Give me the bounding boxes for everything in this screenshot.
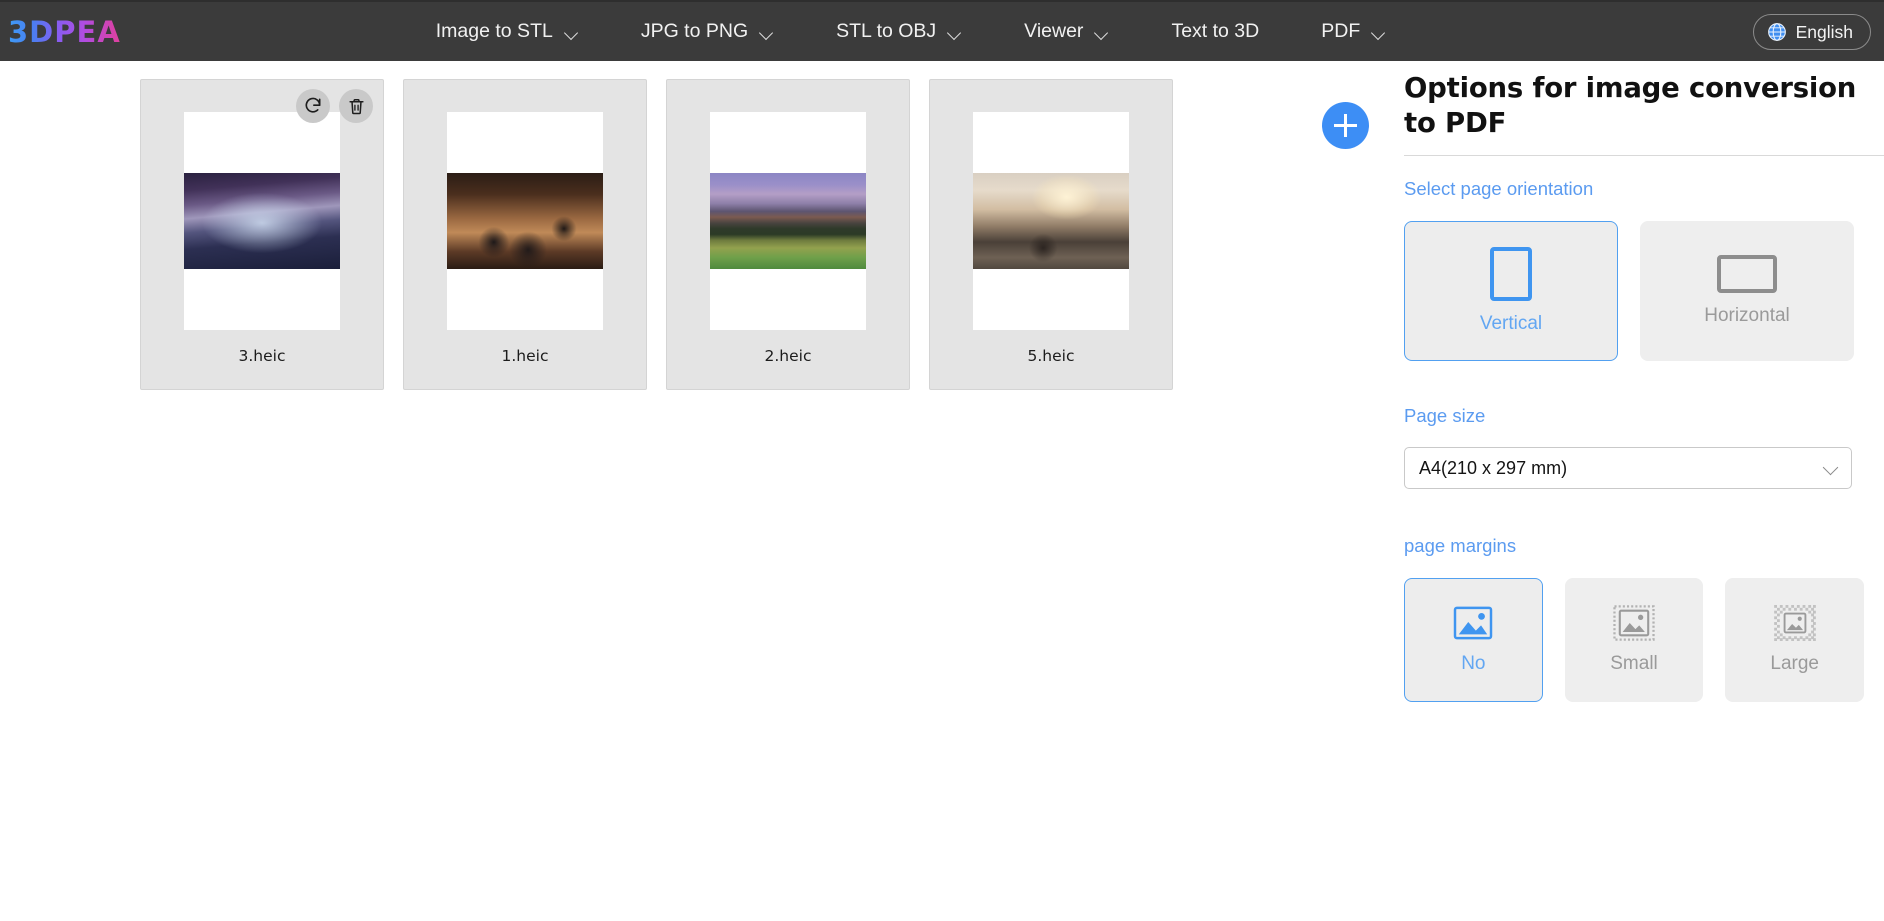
page-preview	[447, 112, 603, 330]
nav-label: STL to OBJ	[836, 20, 937, 42]
add-file-button[interactable]	[1322, 102, 1369, 149]
thumbnail-image	[447, 173, 603, 269]
language-label: English	[1795, 21, 1853, 42]
nav-item-jpg-to-png[interactable]: JPG to PNG	[641, 20, 774, 43]
nav-label: Text to 3D	[1171, 20, 1260, 42]
nav-label: JPG to PNG	[640, 20, 749, 42]
orientation-option-group: Vertical Horizontal	[1404, 221, 1864, 362]
nav-label: PDF	[1321, 20, 1361, 42]
nav-item-pdf[interactable]: PDF	[1321, 20, 1386, 43]
landscape-rect-icon	[1717, 255, 1777, 294]
image-checkered-icon	[1773, 605, 1816, 642]
orientation-section-label: Select page orientation	[1404, 178, 1594, 200]
file-workspace: 3.heic 1.heic 2.heic 5.heic	[0, 61, 1404, 921]
chevron-down-icon	[566, 28, 579, 36]
rotate-icon	[305, 97, 321, 113]
file-name: 5.heic	[1027, 347, 1075, 365]
thumbnail-image	[710, 173, 866, 269]
page-size-section-label: Page size	[1404, 405, 1486, 427]
nav-label: Image to STL	[435, 20, 553, 42]
site-logo[interactable]: 3DPEA	[8, 15, 121, 49]
orientation-label: Vertical	[1479, 313, 1543, 335]
nav-item-text-to-3d[interactable]: Text to 3D	[1171, 20, 1259, 43]
nav-label: Viewer	[1024, 20, 1084, 42]
title-divider	[1404, 155, 1884, 157]
portrait-rect-icon	[1490, 247, 1532, 302]
trash-icon	[348, 98, 364, 114]
orientation-label: Horizontal	[1704, 305, 1790, 327]
nav-item-viewer[interactable]: Viewer	[1024, 20, 1109, 43]
image-dotted-icon	[1613, 605, 1655, 642]
main-menu: Image to STL JPG to PNG STL to OBJ Viewe…	[436, 20, 1448, 43]
card-tool-group	[296, 89, 373, 123]
thumbnail-image	[973, 173, 1129, 269]
nav-item-image-to-stl[interactable]: Image to STL	[436, 20, 579, 43]
file-card-list: 3.heic 1.heic 2.heic 5.heic	[140, 79, 1173, 390]
margins-section-label: page margins	[1404, 535, 1517, 557]
margin-label: No	[1461, 653, 1486, 675]
language-selector-button[interactable]: English	[1752, 14, 1871, 50]
file-card[interactable]: 3.heic	[140, 79, 384, 390]
page-preview	[184, 112, 340, 330]
orientation-option-vertical[interactable]: Vertical	[1404, 221, 1618, 362]
margin-option-no[interactable]: No	[1404, 578, 1543, 703]
page-size-select-wrapper: A4(210 x 297 mm)	[1404, 427, 1852, 490]
file-name: 3.heic	[238, 347, 286, 365]
top-navigation-bar: 3DPEA Image to STL JPG to PNG STL to OBJ…	[0, 0, 1884, 61]
margin-option-large[interactable]: Large	[1725, 578, 1865, 703]
file-card[interactable]: 1.heic	[403, 79, 647, 390]
page-preview	[710, 112, 866, 330]
file-card[interactable]: 2.heic	[666, 79, 910, 390]
thumbnail-image	[184, 173, 340, 269]
margin-label: Large	[1770, 653, 1819, 675]
rotate-button[interactable]	[296, 89, 330, 123]
margin-option-small[interactable]: Small	[1564, 578, 1704, 703]
panel-title: Options for image conversion to PDF	[1404, 72, 1857, 140]
page-preview	[973, 112, 1129, 330]
chevron-down-icon	[1096, 28, 1109, 36]
options-panel: Options for image conversion to PDF Sele…	[1404, 61, 1884, 921]
file-name: 2.heic	[764, 347, 812, 365]
orientation-option-horizontal[interactable]: Horizontal	[1640, 221, 1854, 362]
globe-icon	[1767, 23, 1786, 41]
file-card[interactable]: 5.heic	[929, 79, 1173, 390]
nav-item-stl-to-obj[interactable]: STL to OBJ	[836, 20, 962, 43]
chevron-down-icon	[761, 28, 774, 36]
page-size-select[interactable]: A4(210 x 297 mm)	[1404, 447, 1852, 490]
chevron-down-icon	[949, 28, 962, 36]
delete-button[interactable]	[339, 89, 373, 123]
file-name: 1.heic	[501, 347, 549, 365]
margins-option-group: No Small Large	[1404, 578, 1865, 703]
chevron-down-icon	[1373, 28, 1386, 36]
image-icon	[1454, 606, 1493, 640]
margin-label: Small	[1610, 653, 1658, 675]
